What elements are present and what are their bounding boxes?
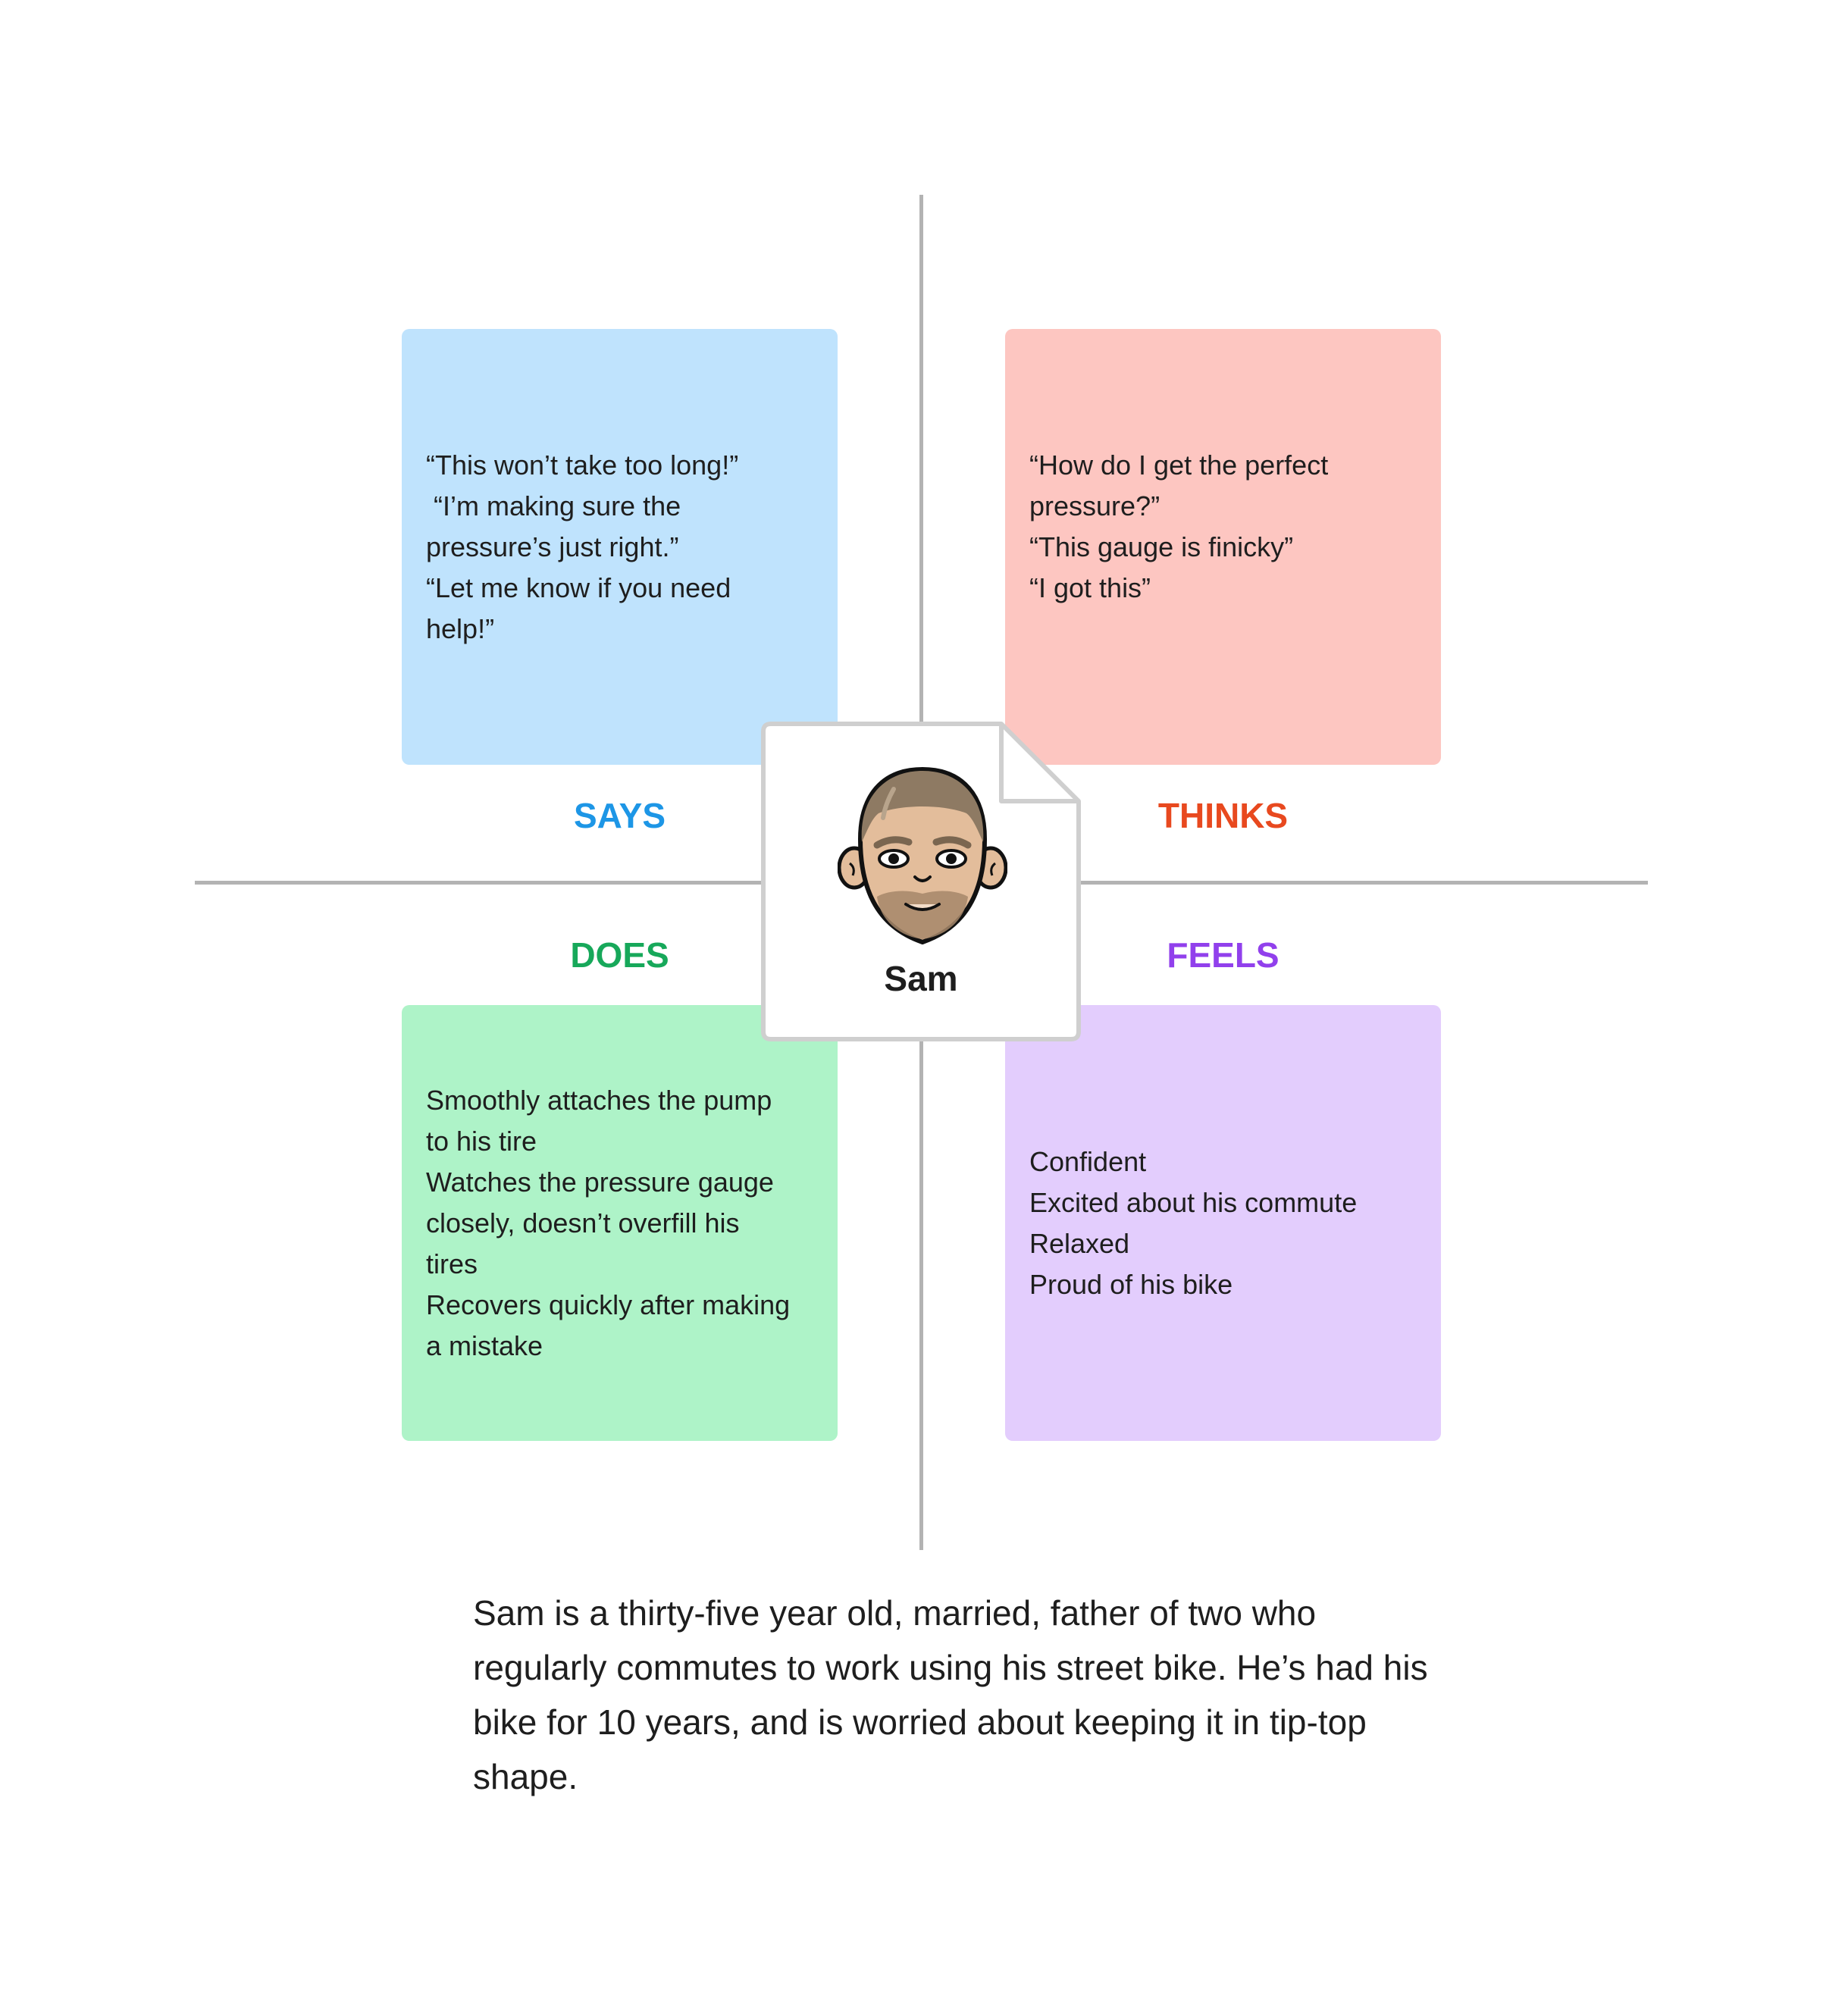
- feels-line: Excited about his commute: [1029, 1186, 1358, 1218]
- does-line: Watches the pressure gauge: [426, 1166, 774, 1198]
- does-line: a mistake: [426, 1329, 543, 1361]
- says-line: help!”: [426, 612, 495, 644]
- does-line: Recovers quickly after making: [426, 1289, 791, 1320]
- does-line: Smoothly attaches the pump: [426, 1084, 772, 1116]
- thinks-line: “I got this”: [1029, 572, 1151, 603]
- thinks-line: “How do I get the perfect: [1029, 449, 1329, 481]
- persona-name: Sam: [884, 959, 958, 998]
- thinks-sticky-note[interactable]: “How do I get the perfect pressure?” “Th…: [1005, 329, 1441, 765]
- thinks-line: “This gauge is finicky”: [1029, 531, 1294, 562]
- persona-summary: Sam is a thirty-five year old, married, …: [473, 1593, 1428, 1796]
- says-line: pressure’s just right.”: [426, 531, 679, 562]
- does-line: closely, doesn’t overfill his: [426, 1207, 740, 1239]
- says-line: “Let me know if you need: [426, 572, 731, 603]
- does-line: to his tire: [426, 1125, 537, 1157]
- male-avatar-icon: [838, 766, 1007, 945]
- says-line: “This won’t take too long!”: [426, 449, 739, 481]
- feels-sticky-note[interactable]: Confident Excited about his commute Rela…: [1005, 1005, 1441, 1441]
- feels-line: Confident: [1029, 1145, 1147, 1177]
- thinks-line: pressure?”: [1029, 490, 1160, 521]
- feels-line: Proud of his bike: [1029, 1268, 1233, 1300]
- says-line: “I’m making sure the: [426, 490, 681, 521]
- persona-card[interactable]: Sam: [760, 721, 1082, 1042]
- does-line: tires: [426, 1248, 478, 1279]
- feels-line: Relaxed: [1029, 1227, 1130, 1259]
- does-sticky-note[interactable]: Smoothly attaches the pump to his tire W…: [402, 1005, 838, 1441]
- says-sticky-note[interactable]: “This won’t take too long!” “I’m making …: [402, 329, 838, 765]
